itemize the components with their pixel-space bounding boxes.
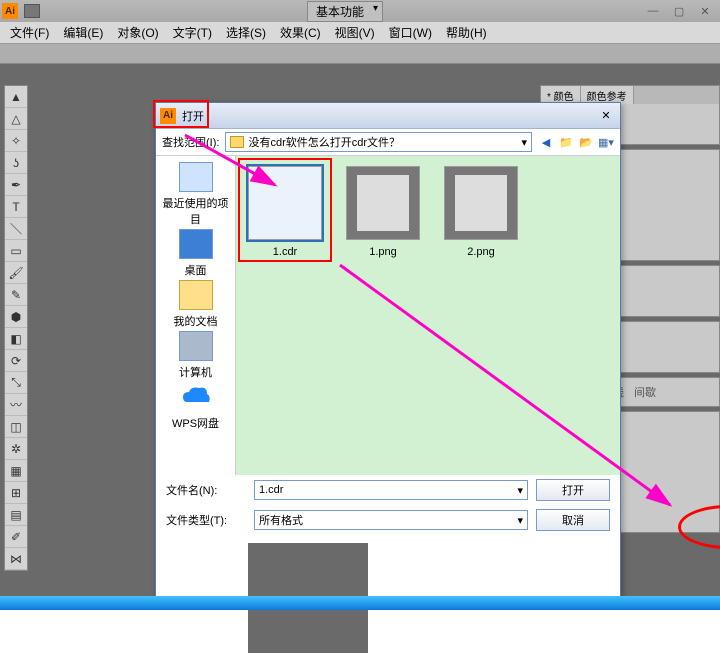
lookin-combo[interactable]: 没有cdr软件怎么打开cdr文件？ ▾ [225, 132, 532, 152]
file-item[interactable]: 2.png [442, 166, 520, 258]
type-tool[interactable]: T [5, 196, 27, 218]
menu-type[interactable]: 文字(T) [173, 24, 212, 41]
chevron-down-icon: ▾ [517, 514, 523, 527]
app-title-bar: Ai 基本功能 — ▢ ✕ [0, 0, 720, 22]
menu-object[interactable]: 对象(O) [117, 24, 158, 41]
maximize-button[interactable]: ▢ [666, 3, 692, 19]
minimize-button[interactable]: — [640, 3, 666, 19]
layout-toggle-icon[interactable] [24, 4, 40, 18]
blob-brush-tool[interactable]: ⬢ [5, 306, 27, 328]
lookin-value: 没有cdr软件怎么打开cdr文件？ [248, 134, 400, 150]
selection-tool[interactable]: ▲ [5, 86, 27, 108]
filetype-combo[interactable]: 所有格式▾ [254, 510, 528, 530]
dialog-title: 打开 [182, 108, 204, 124]
menu-file[interactable]: 文件(F) [10, 24, 49, 41]
view-menu-icon[interactable]: ▦▾ [598, 134, 614, 150]
dialog-title-bar: Ai 打开 ✕ [156, 103, 620, 129]
menu-select[interactable]: 选择(S) [226, 24, 266, 41]
menu-view[interactable]: 视图(V) [335, 24, 375, 41]
close-button[interactable]: ✕ [692, 3, 718, 19]
magic-wand-tool[interactable]: ✧ [5, 130, 27, 152]
file-list[interactable]: 1.cdr 1.png 2.png [236, 156, 620, 475]
symbol-sprayer-tool[interactable]: ✲ [5, 438, 27, 460]
rectangle-tool[interactable]: ▭ [5, 240, 27, 262]
back-icon[interactable]: ◀ [538, 134, 554, 150]
filetype-label: 文件类型(T): [166, 512, 246, 528]
file-thumb [444, 166, 518, 240]
workspace-dropdown[interactable]: 基本功能 [307, 1, 383, 22]
file-label: 1.cdr [273, 246, 297, 258]
menu-effect[interactable]: 效果(C) [280, 24, 321, 41]
places-bar: 最近使用的项目 桌面 我的文档 计算机 WPS网盘 [156, 156, 236, 475]
file-thumb [346, 166, 420, 240]
file-label: 1.png [369, 246, 397, 258]
place-desktop[interactable]: 桌面 [160, 229, 232, 278]
chevron-down-icon: ▾ [517, 484, 523, 497]
graph-tool[interactable]: ▦ [5, 460, 27, 482]
folder-icon [230, 136, 244, 148]
ai-app-icon: Ai [2, 3, 18, 19]
lasso-tool[interactable]: ʖ [5, 152, 27, 174]
taskbar [0, 596, 720, 610]
place-mydocs[interactable]: 我的文档 [160, 280, 232, 329]
place-computer[interactable]: 计算机 [160, 331, 232, 380]
filename-field[interactable]: 1.cdr▾ [254, 480, 528, 500]
rotate-tool[interactable]: ⟳ [5, 350, 27, 372]
paintbrush-tool[interactable]: 🖌 [5, 262, 27, 284]
filename-label: 文件名(N): [166, 482, 246, 498]
cancel-button[interactable]: 取消 [536, 509, 610, 531]
line-tool[interactable]: ＼ [5, 218, 27, 240]
document-tabs [0, 44, 720, 64]
eraser-tool[interactable]: ◧ [5, 328, 27, 350]
menu-bar: 文件(F) 编辑(E) 对象(O) 文字(T) 选择(S) 效果(C) 视图(V… [0, 22, 720, 44]
scale-tool[interactable]: ⤡ [5, 372, 27, 394]
new-folder-icon[interactable]: 📂 [578, 134, 594, 150]
menu-window[interactable]: 窗口(W) [389, 24, 432, 41]
open-button[interactable]: 打开 [536, 479, 610, 501]
file-label: 2.png [467, 246, 495, 258]
lookin-label: 查找范围(I): [162, 134, 219, 150]
stroke-opt-gap[interactable]: 间歇 [634, 384, 656, 400]
ai-dialog-icon: Ai [160, 108, 176, 124]
file-thumb [248, 166, 322, 240]
pencil-tool[interactable]: ✎ [5, 284, 27, 306]
place-wpscloud[interactable]: WPS网盘 [160, 382, 232, 431]
menu-edit[interactable]: 编辑(E) [63, 24, 103, 41]
file-item[interactable]: 1.png [344, 166, 422, 258]
open-dialog: Ai 打开 ✕ 查找范围(I): 没有cdr软件怎么打开cdr文件？ ▾ ◀ 📁… [155, 102, 621, 600]
up-folder-icon[interactable]: 📁 [558, 134, 574, 150]
blend-tool[interactable]: ⋈ [5, 548, 27, 570]
chevron-down-icon: ▾ [521, 136, 527, 149]
free-transform-tool[interactable]: ◫ [5, 416, 27, 438]
warp-tool[interactable]: 〰 [5, 394, 27, 416]
eyedropper-tool[interactable]: ✐ [5, 526, 27, 548]
pen-tool[interactable]: ✒ [5, 174, 27, 196]
place-recent[interactable]: 最近使用的项目 [160, 162, 232, 227]
gradient-tool[interactable]: ▤ [5, 504, 27, 526]
lookin-row: 查找范围(I): 没有cdr软件怎么打开cdr文件？ ▾ ◀ 📁 📂 ▦▾ [156, 129, 620, 155]
menu-help[interactable]: 帮助(H) [446, 24, 487, 41]
tool-strip: ▲ △ ✧ ʖ ✒ T ＼ ▭ 🖌 ✎ ⬢ ◧ ⟳ ⤡ 〰 ◫ ✲ ▦ ⊞ ▤ … [4, 85, 28, 571]
file-item[interactable]: 1.cdr [246, 166, 324, 258]
dialog-close-icon[interactable]: ✕ [596, 108, 616, 124]
mesh-tool[interactable]: ⊞ [5, 482, 27, 504]
direct-selection-tool[interactable]: △ [5, 108, 27, 130]
